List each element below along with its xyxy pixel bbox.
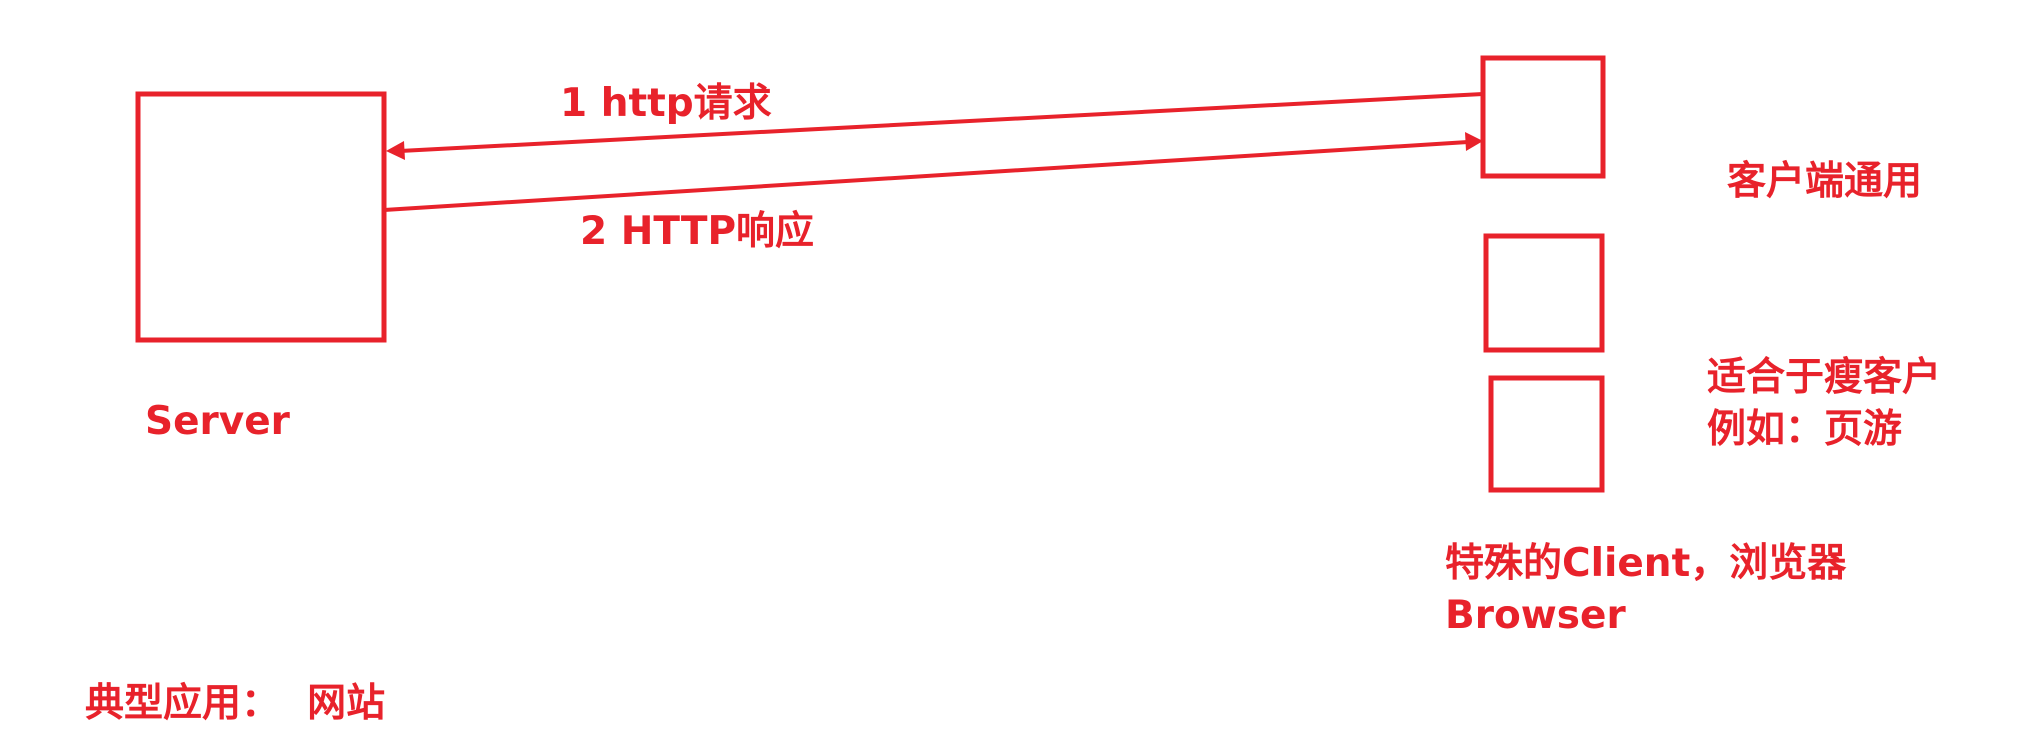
client-general-label: 客户端通用	[1727, 159, 1923, 204]
request-arrow-head	[386, 141, 405, 160]
thin-client-label-line2: 例如：页游	[1707, 407, 1903, 452]
server-box	[135, 91, 387, 343]
browser-label-line2: Browser	[1445, 593, 1626, 638]
thin-client-label-line1: 适合于瘦客户	[1707, 355, 1942, 400]
request-label: 1 http请求	[560, 81, 772, 126]
response-arrow-head	[1465, 132, 1483, 151]
client-box-browser	[1488, 375, 1605, 493]
client-box-thin	[1483, 233, 1605, 353]
response-arrow-line	[383, 140, 1469, 212]
typical-use-label: 典型应用： 网站	[85, 681, 386, 726]
response-label: 2 HTTP响应	[580, 209, 815, 254]
server-label: Server	[145, 399, 290, 444]
browser-label-line1: 特殊的Client，浏览器	[1445, 541, 1847, 586]
client-box-general	[1480, 55, 1606, 179]
